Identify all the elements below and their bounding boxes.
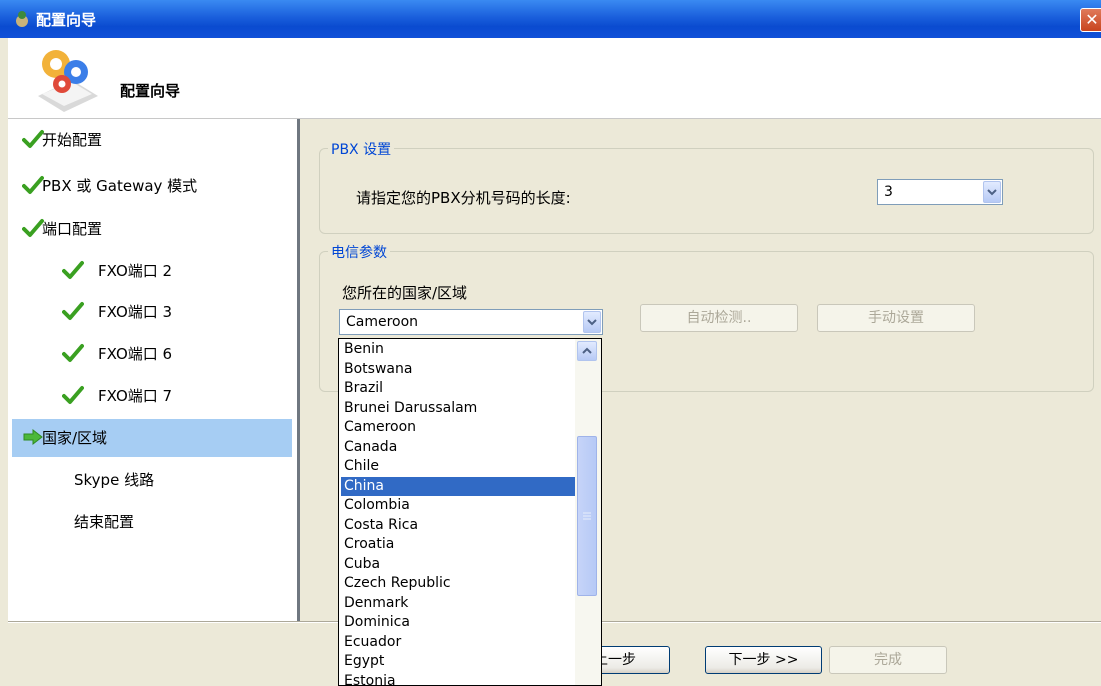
nav-step-label: 端口配置 xyxy=(42,220,103,238)
country-option[interactable]: Egypt xyxy=(341,652,575,672)
nav-step-item[interactable]: 国家/区域 xyxy=(12,419,292,457)
country-option[interactable]: Botswana xyxy=(341,360,575,380)
wizard-header: 配置向导 xyxy=(8,38,1101,119)
nav-step-label: FXO端口 3 xyxy=(98,303,173,321)
country-option[interactable]: Benin xyxy=(341,340,575,360)
nav-step-item[interactable]: Skype 线路 xyxy=(8,461,290,499)
chevron-down-icon[interactable] xyxy=(983,181,1001,203)
checkmark-icon xyxy=(22,219,44,237)
nav-step-item[interactable]: FXO端口 2 xyxy=(8,252,290,290)
nav-step-label: FXO端口 6 xyxy=(98,345,173,363)
finish-button[interactable]: 完成 xyxy=(829,646,947,674)
auto-detect-button[interactable]: 自动检测.. xyxy=(640,304,798,332)
next-button-label: 下一步 >> xyxy=(728,652,799,668)
nav-step-label: 结束配置 xyxy=(74,513,135,531)
close-button[interactable]: ✕ xyxy=(1080,8,1101,32)
country-label: 您所在的国家/区域 xyxy=(342,284,468,302)
country-value: Cameroon xyxy=(346,314,419,330)
nav-step-item[interactable]: PBX 或 Gateway 模式 xyxy=(8,167,290,205)
checkmark-icon xyxy=(62,302,84,320)
country-option[interactable]: Croatia xyxy=(341,535,575,555)
country-option[interactable]: Cameroon xyxy=(341,418,575,438)
nav-step-label: 开始配置 xyxy=(42,131,103,149)
manual-settings-button[interactable]: 手动设置 xyxy=(817,304,975,332)
telecom-group-title: 电信参数 xyxy=(328,242,390,262)
country-option[interactable]: Canada xyxy=(341,438,575,458)
scrollbar-thumb[interactable] xyxy=(577,436,597,596)
pbx-group-title: PBX 设置 xyxy=(328,139,395,159)
chevron-down-icon[interactable] xyxy=(583,311,601,333)
dropdown-scrollbar[interactable] xyxy=(575,339,601,685)
nav-step-label: FXO端口 2 xyxy=(98,262,173,280)
country-option[interactable]: Dominica xyxy=(341,613,575,633)
ext-length-select[interactable]: 3 xyxy=(877,179,1003,205)
window-title: 配置向导 xyxy=(36,11,97,29)
checkmark-icon xyxy=(62,261,84,279)
arrow-right-icon xyxy=(23,428,43,446)
ext-length-label: 请指定您的PBX分机号码的长度: xyxy=(356,189,571,207)
country-option[interactable]: Cuba xyxy=(341,555,575,575)
checkmark-icon xyxy=(22,130,44,148)
nav-step-item[interactable]: 端口配置 xyxy=(8,210,290,248)
country-dropdown-list[interactable]: Benin Botswana Brazil Brunei Darussalam Came… xyxy=(338,338,602,686)
nav-step-label: PBX 或 Gateway 模式 xyxy=(42,177,198,195)
nav-step-item[interactable]: FXO端口 3 xyxy=(8,293,290,331)
country-option[interactable]: Estonia xyxy=(341,672,575,686)
checkmark-icon xyxy=(62,386,84,404)
country-option[interactable]: Costa Rica xyxy=(341,516,575,536)
pbx-settings-group: PBX 设置 请指定您的PBX分机号码的长度: 3 xyxy=(319,139,1094,234)
wizard-steps-panel: 开始配置 PBX 或 Gateway 模式 端口配置 FXO端口 2 FXO端口 3 FX… xyxy=(8,119,300,621)
country-option[interactable]: China xyxy=(341,476,575,496)
title-bar: 配置向导 ✕ xyxy=(0,0,1101,38)
nav-step-item[interactable]: FXO端口 6 xyxy=(8,335,290,373)
scroll-up-icon[interactable] xyxy=(577,341,597,361)
country-option[interactable]: Brazil xyxy=(341,379,575,399)
country-option[interactable]: Denmark xyxy=(341,594,575,614)
country-option[interactable]: Ecuador xyxy=(341,633,575,653)
checkmark-icon xyxy=(22,176,44,194)
checkmark-icon xyxy=(62,344,84,362)
ext-length-value: 3 xyxy=(884,184,893,200)
app-icon xyxy=(16,11,28,27)
nav-step-item[interactable]: FXO端口 7 xyxy=(8,377,290,415)
country-option[interactable]: Chile xyxy=(341,457,575,477)
nav-step-item[interactable]: 开始配置 xyxy=(8,121,290,159)
nav-step-item[interactable]: 结束配置 xyxy=(8,503,290,541)
nav-step-label: 国家/区域 xyxy=(42,429,108,447)
nav-step-label: Skype 线路 xyxy=(74,471,155,489)
country-option[interactable]: Czech Republic xyxy=(341,574,575,594)
header-title: 配置向导 xyxy=(120,82,181,100)
next-button[interactable]: 下一步 >> xyxy=(705,646,822,674)
finish-button-label: 完成 xyxy=(874,652,902,668)
country-option[interactable]: Brunei Darussalam xyxy=(341,399,575,419)
nav-step-label: FXO端口 7 xyxy=(98,387,173,405)
country-select[interactable]: Cameroon xyxy=(339,309,603,335)
gears-wizard-icon xyxy=(38,50,98,112)
country-option[interactable]: Colombia xyxy=(341,496,575,516)
